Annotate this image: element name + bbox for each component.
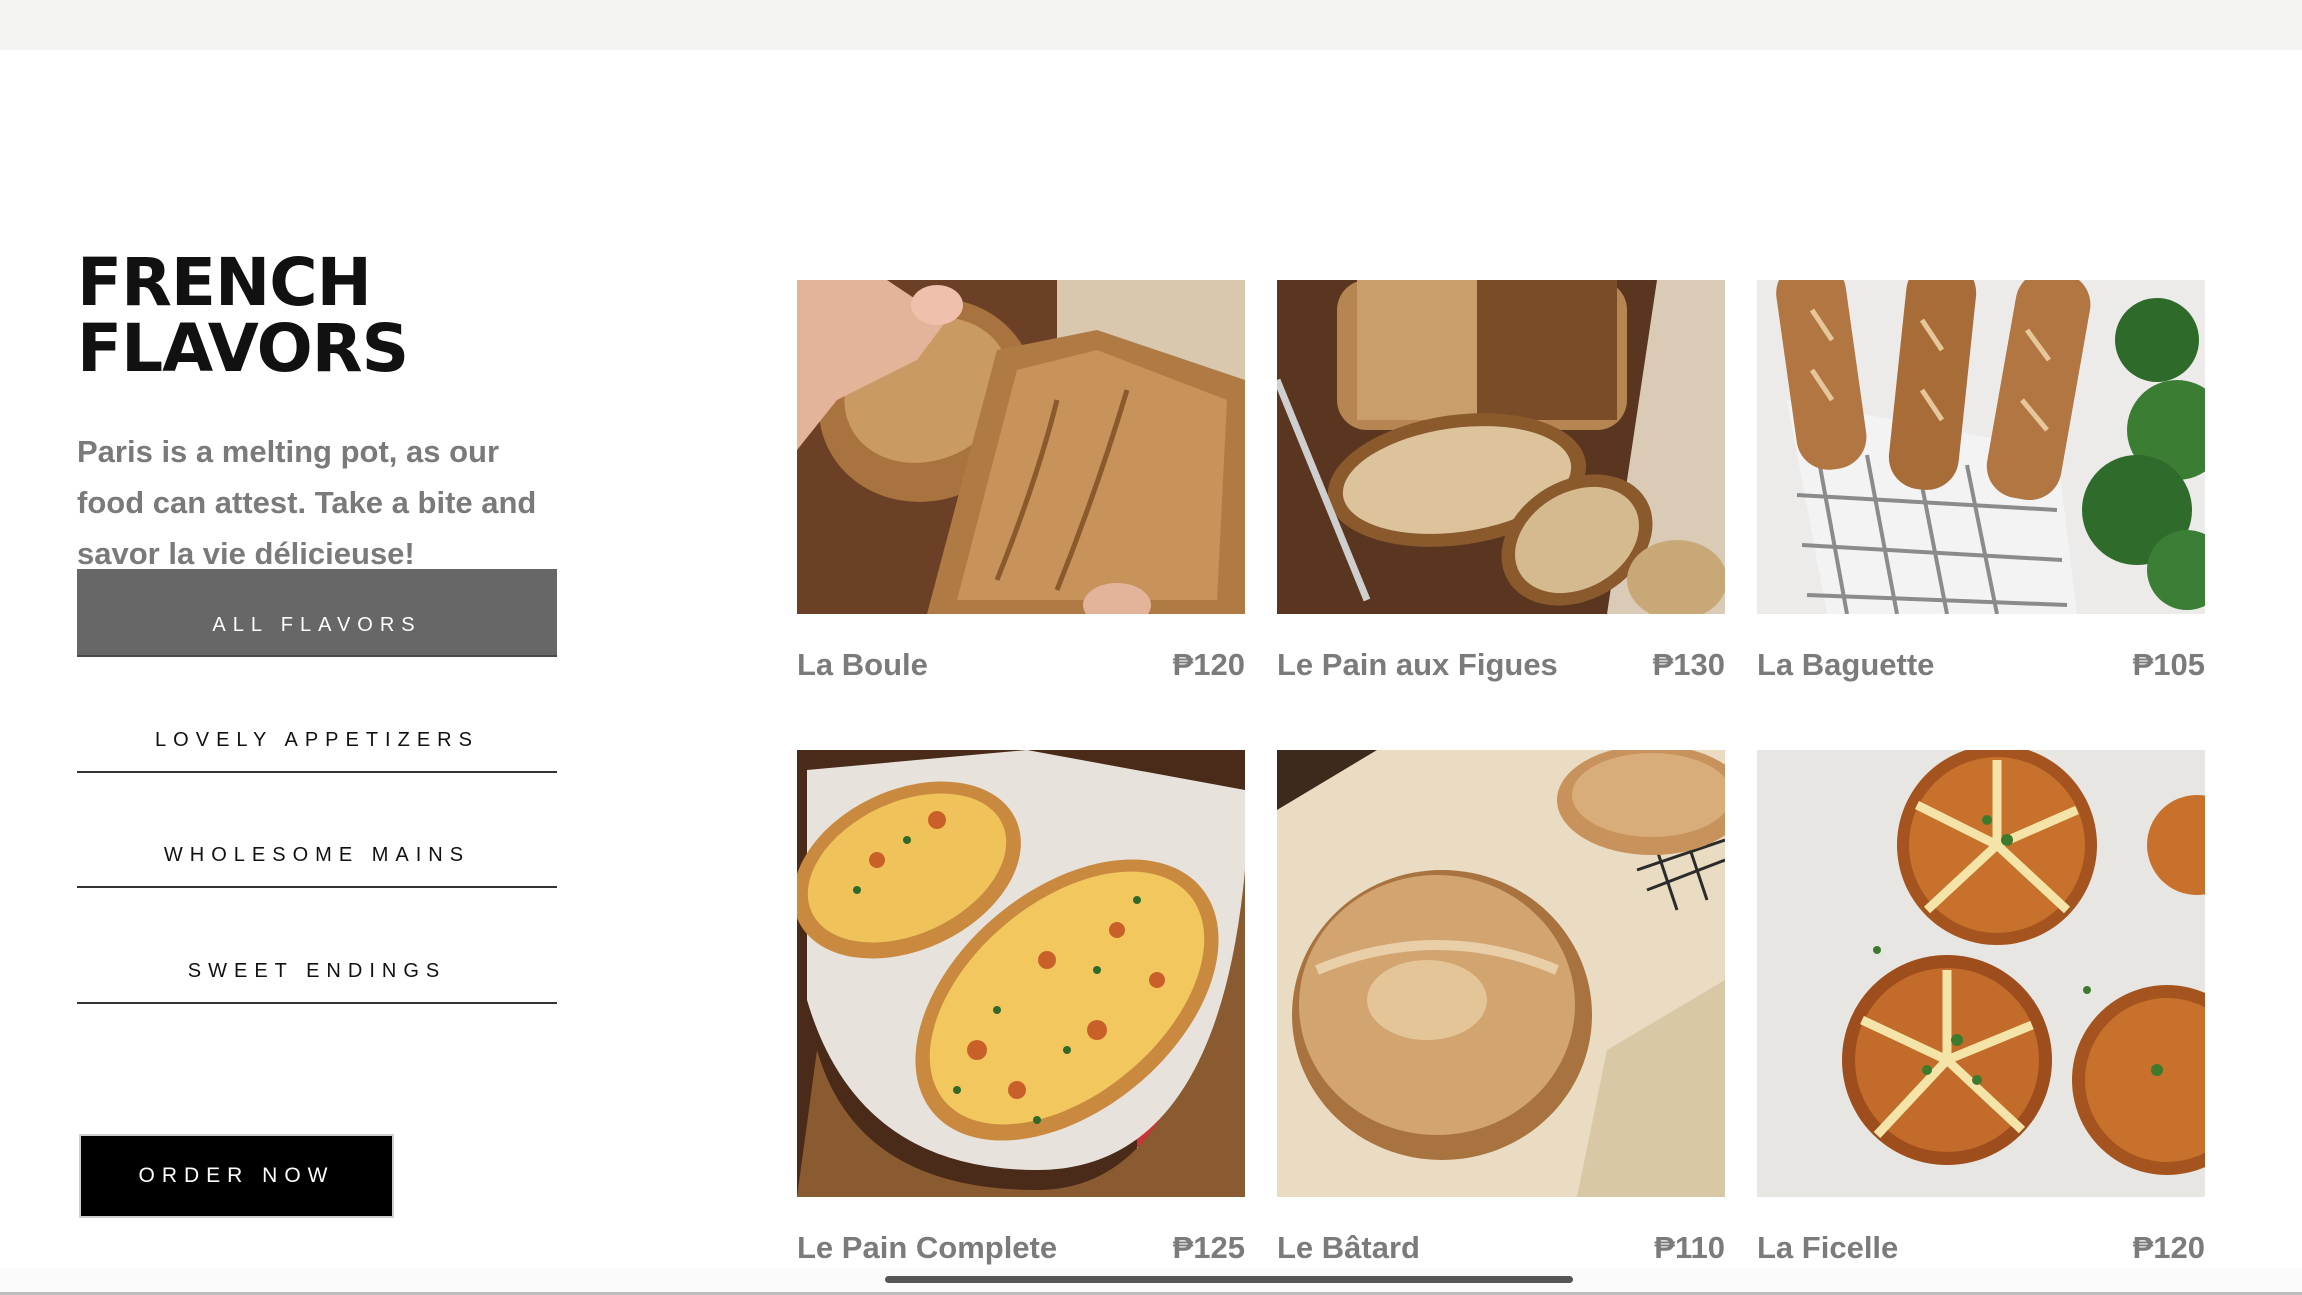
product-name: La Baguette xyxy=(1757,647,1935,682)
order-now-label: ORDER NOW xyxy=(138,1164,335,1187)
horizontal-scrollbar[interactable] xyxy=(885,1276,1573,1283)
top-bar xyxy=(0,0,2302,50)
fig-bread-photo[interactable] xyxy=(1277,280,1725,614)
nav-item-wholesome-mains[interactable]: WHOLESOME MAINS xyxy=(77,800,557,888)
product-price: ₱130 xyxy=(1652,647,1725,682)
cheese-bread-illustration xyxy=(797,750,1245,1197)
product-price: ₱110 xyxy=(1654,1230,1725,1265)
product-price: ₱105 xyxy=(2132,647,2205,682)
product-meta: Le Pain Complete ₱125 xyxy=(797,1230,1245,1266)
product-card-la-ficelle[interactable]: La Ficelle ₱120 xyxy=(1757,750,2205,1266)
product-price: ₱120 xyxy=(2132,1230,2205,1265)
product-name: Le Bâtard xyxy=(1277,1230,1420,1265)
product-meta: La Boule ₱120 xyxy=(797,647,1245,683)
batard-illustration xyxy=(1277,750,1725,1197)
boule-bread-illustration xyxy=(797,280,1245,614)
section-description: Paris is a melting pot, as our food can … xyxy=(77,434,537,571)
fig-bread-illustration xyxy=(1277,280,1725,614)
nav-item-label: LOVELY APPETIZERS xyxy=(155,728,479,751)
product-name: Le Pain aux Figues xyxy=(1277,647,1558,682)
page-title: FRENCH FLAVORS xyxy=(77,244,409,387)
batard-photo[interactable] xyxy=(1277,750,1725,1197)
product-card-le-pain-complete[interactable]: Le Pain Complete ₱125 xyxy=(797,750,1245,1266)
nav-item-label: SWEET ENDINGS xyxy=(187,959,447,982)
nav-item-label: ALL FLAVORS xyxy=(212,613,422,636)
nav-item-lovely-appetizers[interactable]: LOVELY APPETIZERS xyxy=(77,685,557,773)
sidebar-intro: FRENCH FLAVORS Paris is a melting pot, a… xyxy=(77,250,677,579)
boule-bread-photo[interactable] xyxy=(797,280,1245,614)
nav-item-label: WHOLESOME MAINS xyxy=(163,843,471,866)
product-name: La Boule xyxy=(797,647,928,682)
product-price: ₱120 xyxy=(1172,647,1245,682)
baguette-photo[interactable] xyxy=(1757,280,2205,614)
product-card-la-boule[interactable]: La Boule ₱120 xyxy=(797,280,1245,683)
product-name: La Ficelle xyxy=(1757,1230,1899,1265)
product-price: ₱125 xyxy=(1172,1230,1245,1265)
garlic-bun-illustration xyxy=(1757,750,2205,1197)
order-now-button[interactable]: ORDER NOW xyxy=(79,1134,394,1218)
garlic-bun-photo[interactable] xyxy=(1757,750,2205,1197)
cheese-bread-photo[interactable] xyxy=(797,750,1245,1197)
baguette-illustration xyxy=(1757,280,2205,614)
product-meta: Le Pain aux Figues ₱130 xyxy=(1277,647,1725,683)
nav-item-all-flavors[interactable]: ALL FLAVORS xyxy=(77,569,557,657)
product-name: Le Pain Complete xyxy=(797,1230,1058,1265)
product-card-la-baguette[interactable]: La Baguette ₱105 xyxy=(1757,280,2205,683)
product-meta: La Baguette ₱105 xyxy=(1757,647,2205,683)
product-meta: La Ficelle ₱120 xyxy=(1757,1230,2205,1266)
product-meta: Le Bâtard ₱110 xyxy=(1277,1230,1725,1266)
nav-item-sweet-endings[interactable]: SWEET ENDINGS xyxy=(77,916,557,1004)
product-card-le-pain-aux-figues[interactable]: Le Pain aux Figues ₱130 xyxy=(1277,280,1725,683)
product-card-le-batard[interactable]: Le Bâtard ₱110 xyxy=(1277,750,1725,1266)
